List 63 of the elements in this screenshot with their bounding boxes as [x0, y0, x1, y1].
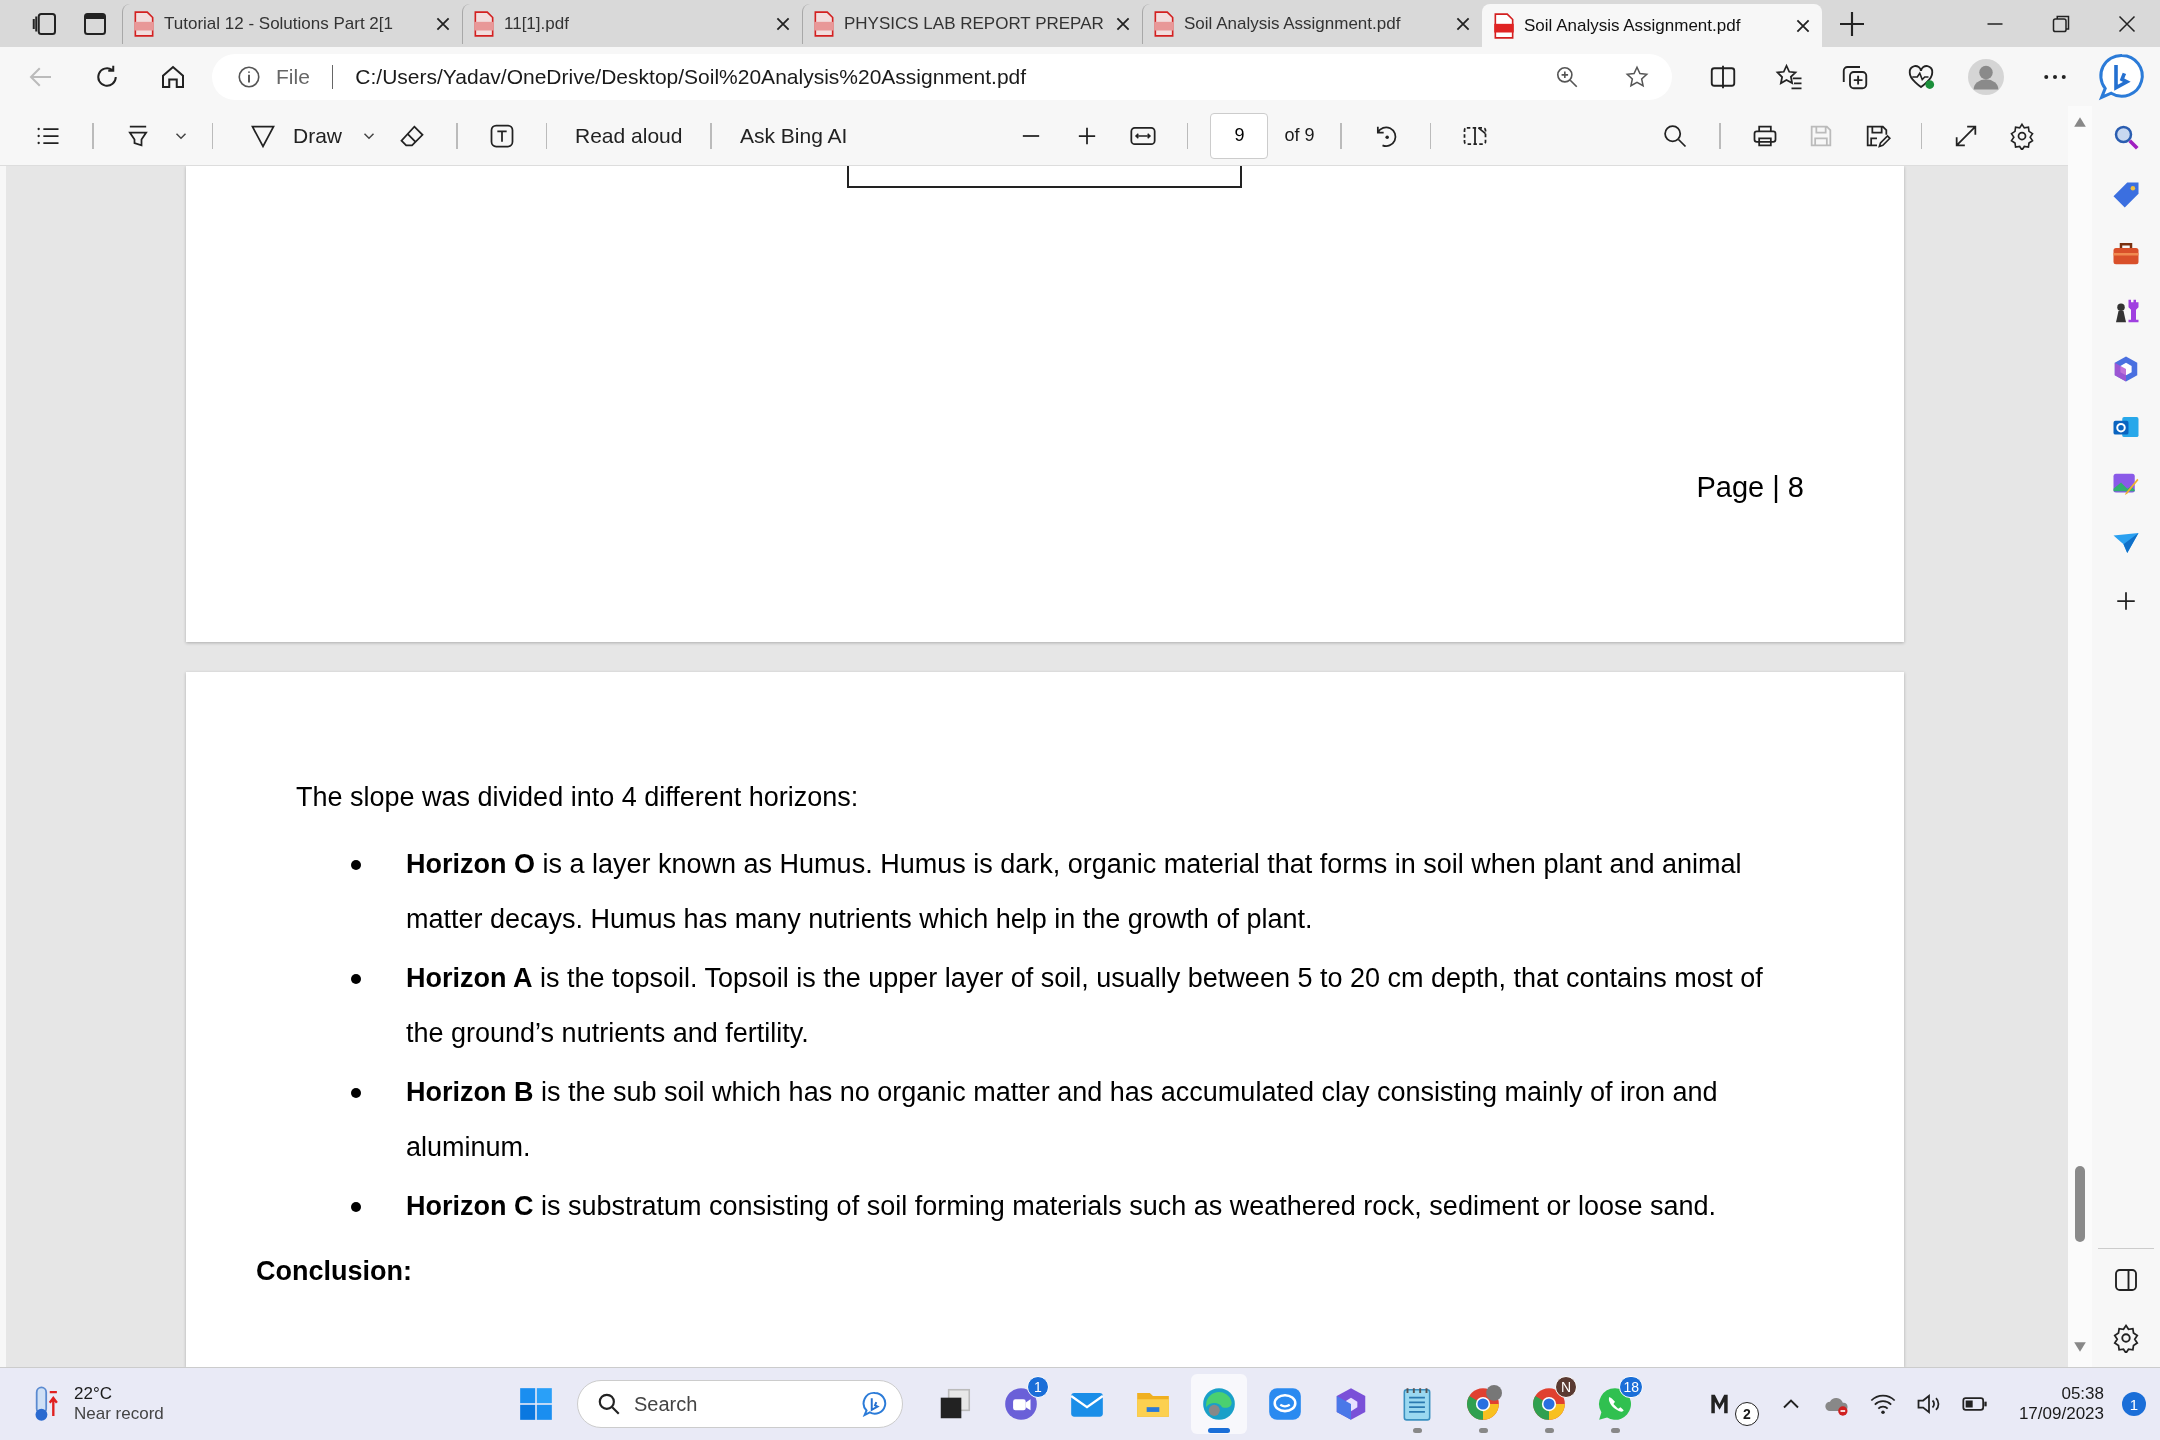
- taskbar-button[interactable]: N: [1521, 1374, 1577, 1434]
- profile-avatar-icon[interactable]: [1968, 58, 2004, 95]
- search-icon: [596, 1391, 622, 1417]
- scroll-down-icon[interactable]: [2073, 1341, 2087, 1353]
- tag-icon[interactable]: [2111, 180, 2141, 210]
- bullet-icon: [351, 860, 361, 870]
- chat-bubble-icon[interactable]: [1266, 1385, 1304, 1423]
- copilot-chat-icon[interactable]: [2098, 52, 2146, 101]
- bullet-icon: [351, 1088, 361, 1098]
- taskbar-button[interactable]: 1: [993, 1374, 1049, 1434]
- list-item-text: Horizon A is the topsoil. Topsoil is the upper layer of soil, usually between 5 to 20 cm depth, that contains most of the ground’s nutrients and fertility.: [406, 962, 1764, 1050]
- address-bar[interactable]: File C:/Users/Yadav/OneDrive/Desktop/Soil%20Analysis%20Assignment.pdf: [212, 53, 1672, 100]
- close-icon[interactable]: [774, 15, 792, 33]
- bullet-icon: [351, 974, 361, 984]
- scheme-label: File: [276, 64, 310, 89]
- clock-date[interactable]: 17/09/2023: [2018, 1404, 2104, 1424]
- close-icon[interactable]: [434, 15, 452, 33]
- section-heading: Conclusion:: [256, 1256, 413, 1287]
- ask-bing-button[interactable]: Ask Bing AI: [733, 119, 854, 152]
- count-badge: 1: [1027, 1376, 1049, 1398]
- count-badge: 2: [1734, 1402, 1759, 1426]
- browser-tab[interactable]: 11[1].pdf: [462, 4, 802, 44]
- page-count: of 9: [1284, 125, 1315, 146]
- url-text: C:/Users/Yadav/OneDrive/Desktop/Soil%20Analysis%20Assignment.pdf: [355, 64, 1027, 89]
- browser-icon[interactable]: [1464, 1385, 1502, 1423]
- list-item-text: Horizon O is a layer known as Humus. Humus is dark, organic material that forms in soil when plant and animal matter decays. Humus has many nutrients which help in the growth of plant.: [406, 848, 1743, 936]
- copilot-chat-icon[interactable]: [862, 1391, 888, 1417]
- search-input[interactable]: Search: [632, 1391, 852, 1417]
- weather-note: Near record: [74, 1404, 164, 1424]
- pdf-file-icon: [133, 11, 155, 37]
- browser-tab[interactable]: Tutorial 12 - Solutions Part 2[1: [122, 4, 462, 44]
- list-item-text: Horizon C is substratum consisting of soil forming materials such as weathered rock, sediment or loose sand.: [406, 1190, 1718, 1223]
- start-icon[interactable]: [517, 1385, 555, 1423]
- scrollbar[interactable]: [2068, 106, 2092, 1367]
- search-bar[interactable]: Search: [577, 1380, 903, 1428]
- browser-tab[interactable]: PHYSICS LAB REPORT PREPAR: [802, 4, 1142, 44]
- info-icon[interactable]: [236, 63, 262, 90]
- temperature: 22°C: [74, 1384, 113, 1404]
- pdf-file-icon: [813, 11, 835, 37]
- settings-icon[interactable]: [2111, 1323, 2141, 1353]
- scroll-up-icon[interactable]: [2073, 116, 2087, 128]
- taskbar-button[interactable]: 18: [1587, 1374, 1643, 1434]
- draw-button[interactable]: Draw: [235, 117, 348, 154]
- close-icon[interactable]: [1454, 15, 1472, 33]
- pdf-file-icon: [1153, 11, 1175, 37]
- browser-tab[interactable]: Soil Analysis Assignment.pdf: [1142, 4, 1482, 44]
- pdf-file-icon: [473, 11, 495, 37]
- notification-badge[interactable]: 1: [2122, 1392, 2146, 1416]
- close-icon[interactable]: [1114, 15, 1132, 33]
- page-number-field[interactable]: 9: [1210, 112, 1269, 159]
- pdf-file-icon: [1493, 12, 1515, 39]
- browser-tab[interactable]: Soil Analysis Assignment.pdf: [1482, 4, 1822, 47]
- list-item-text: Horizon B is the sub soil which has no organic matter and has accumulated clay consisting mainly of iron and aluminum.: [406, 1076, 1719, 1164]
- bullet-icon: [351, 1202, 361, 1212]
- count-badge: N: [1555, 1376, 1577, 1398]
- page-footer: Page | 8: [1696, 471, 1804, 504]
- scroll-thumb[interactable]: [2075, 1166, 2085, 1242]
- settings-icon[interactable]: [2008, 121, 2036, 150]
- paragraph: The slope was divided into 4 different horizons:: [296, 781, 860, 814]
- read-aloud-button[interactable]: Read aloud: [569, 119, 689, 152]
- count-badge: 18: [1619, 1376, 1643, 1398]
- favorites-icon[interactable]: [1774, 61, 1804, 92]
- clock-time[interactable]: 05:38: [2061, 1384, 2104, 1404]
